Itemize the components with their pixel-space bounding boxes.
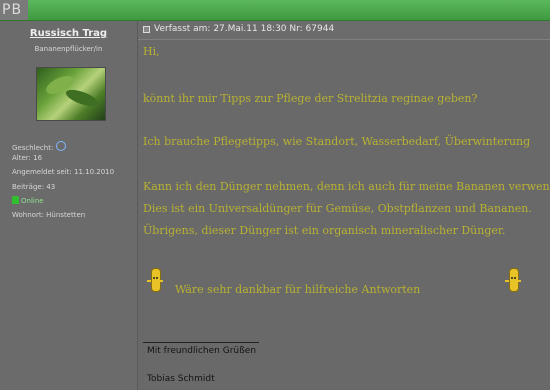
signature-name: Tobias Schmidt (147, 374, 215, 384)
post-meta: Verfasst am: 27.Mai.11 18:30 Nr: 67944 (154, 24, 335, 34)
post-text-line: Hi, (143, 45, 160, 58)
post-text-line: könnt ihr mir Tipps zur Pflege der Strel… (143, 92, 478, 105)
forum-logo[interactable]: PB (0, 0, 29, 20)
author-age: Alter: 16 (12, 154, 43, 162)
signature-divider (143, 342, 259, 343)
author-sidebar: Russisch Trag Bananenpflücker/in Geschle… (0, 21, 138, 390)
banana-smiley-icon (505, 268, 521, 292)
male-icon (56, 141, 67, 151)
online-status: Online (12, 195, 44, 205)
online-label: Online (21, 197, 44, 205)
avatar-leaf (63, 86, 101, 110)
post-text-line: Ich brauche Pflegetipps, wie Standort, W… (143, 135, 531, 148)
gender-label: Geschlecht: (12, 144, 54, 152)
post-body: Hi, könnt ihr mir Tipps zur Pflege der S… (143, 40, 550, 390)
banana-smiley-icon (147, 268, 163, 292)
post-text-line: Kann ich den Dünger nehmen, denn ich auc… (143, 180, 550, 193)
post-text-line: Übrigens, dieser Dünger ist ein organisc… (143, 224, 506, 237)
author-username[interactable]: Russisch Trag (0, 28, 137, 39)
top-bar: PB (0, 0, 550, 21)
author-registered: Angemeldet seit: 11.10.2010 (12, 168, 115, 176)
post-icon[interactable] (143, 26, 150, 33)
post-header: Verfasst am: 27.Mai.11 18:30 Nr: 67944 (138, 21, 550, 40)
gender-row: Geschlecht: (12, 140, 67, 152)
post-thanks: Wäre sehr dankbar für hilfreiche Antwort… (175, 283, 421, 296)
author-location: Wohnort: Hünstetten (12, 211, 86, 219)
post-text-line: Dies ist ein Universaldünger für Gemüse,… (143, 202, 532, 215)
signature-greeting: Mit freundlichen Grüßen (147, 346, 257, 356)
avatar (36, 67, 106, 121)
online-icon (12, 196, 19, 204)
author-posts: Beiträge: 43 (12, 183, 56, 191)
author-rank: Bananenpflücker/in (34, 45, 103, 53)
